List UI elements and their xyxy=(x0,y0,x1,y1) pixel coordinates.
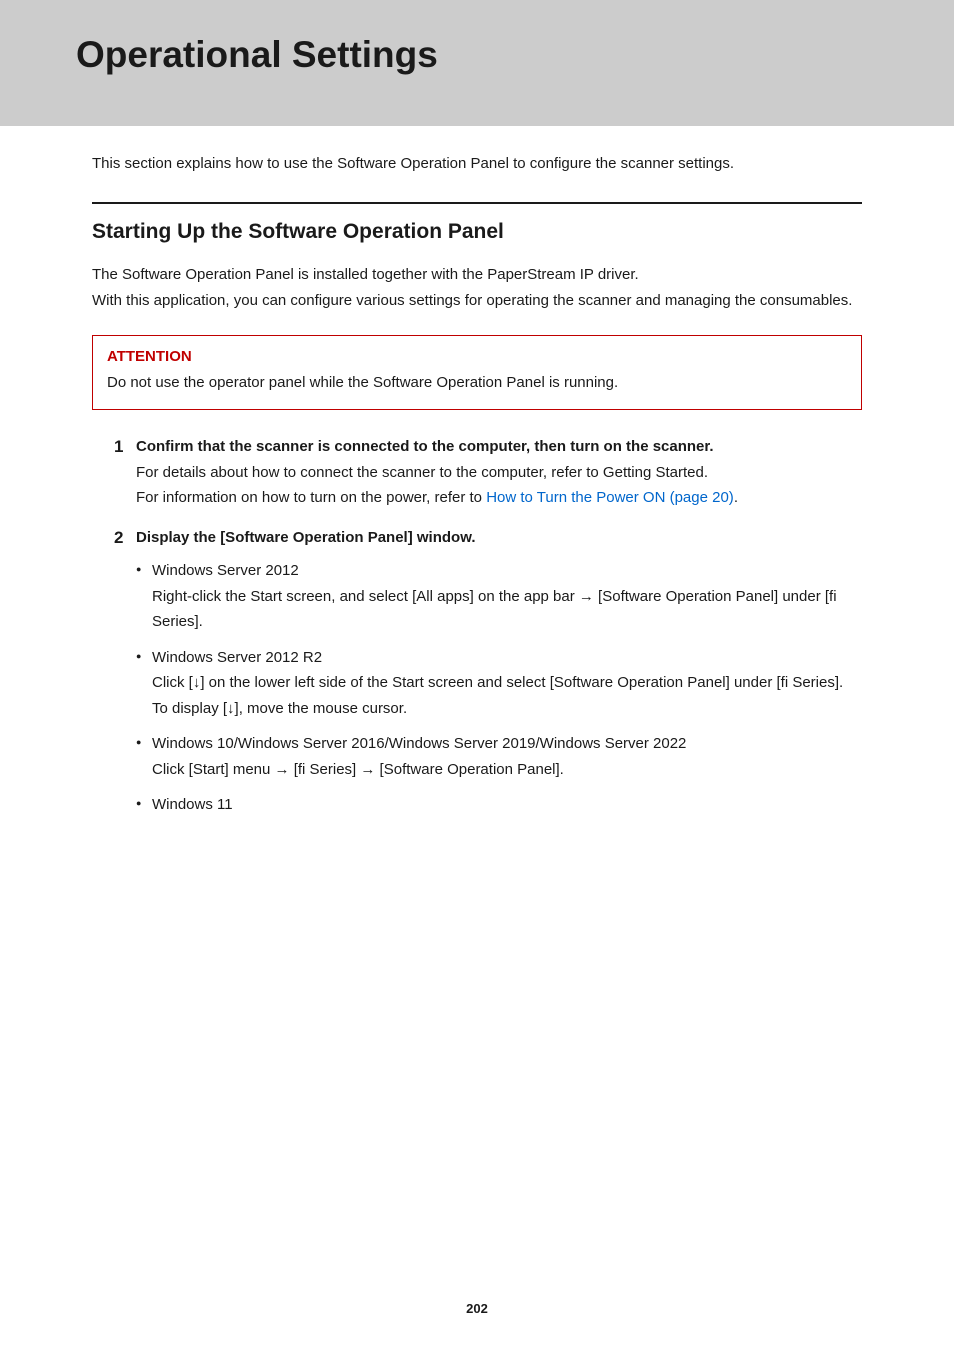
header-band: Operational Settings xyxy=(0,0,954,126)
step-1: 1 Confirm that the scanner is connected … xyxy=(92,434,862,511)
page-number: 202 xyxy=(0,1301,954,1316)
power-on-link[interactable]: How to Turn the Power ON (page 20) xyxy=(486,489,734,506)
bullet-head: Windows Server 2012 xyxy=(152,562,299,579)
step-2: 2 Display the [Software Operation Panel]… xyxy=(92,525,862,828)
step-title: Confirm that the scanner is connected to… xyxy=(136,438,714,455)
bullet-head: Windows 11 xyxy=(152,796,233,813)
bullet-body-2: To display [↓], move the mouse cursor. xyxy=(152,696,862,722)
list-item: Windows Server 2012 R2 Click [↓] on the … xyxy=(136,645,862,722)
attention-text: Do not use the operator panel while the … xyxy=(107,371,847,395)
bullet-body: Click [Start] menu → [fi Series] → [Soft… xyxy=(152,757,862,783)
page-title: Operational Settings xyxy=(76,34,954,76)
attention-label: ATTENTION xyxy=(107,348,847,365)
section-divider xyxy=(92,202,862,204)
section-body-line2: With this application, you can configure… xyxy=(92,292,852,309)
bullet-head: Windows 10/Windows Server 2016/Windows S… xyxy=(152,735,686,752)
section-body-line1: The Software Operation Panel is installe… xyxy=(92,266,639,283)
step-body: Display the [Software Operation Panel] w… xyxy=(136,525,862,828)
step-line: For details about how to connect the sca… xyxy=(136,464,708,481)
section-body: The Software Operation Panel is installe… xyxy=(92,262,862,313)
content-area: This section explains how to use the Sof… xyxy=(0,126,954,828)
list-item: Windows 10/Windows Server 2016/Windows S… xyxy=(136,731,862,782)
os-bullet-list: Windows Server 2012 Right-click the Star… xyxy=(136,558,862,818)
section-heading: Starting Up the Software Operation Panel xyxy=(92,220,862,244)
step-body: Confirm that the scanner is connected to… xyxy=(136,434,862,511)
step-title: Display the [Software Operation Panel] w… xyxy=(136,529,476,546)
bullet-head: Windows Server 2012 R2 xyxy=(152,649,322,666)
page: Operational Settings This section explai… xyxy=(0,0,954,1350)
attention-box: ATTENTION Do not use the operator panel … xyxy=(92,335,862,410)
list-item: Windows 11 xyxy=(136,792,862,818)
intro-text: This section explains how to use the Sof… xyxy=(92,152,862,176)
bullet-body: Right-click the Start screen, and select… xyxy=(152,584,862,635)
step-line-post: . xyxy=(734,489,738,506)
step-number: 2 xyxy=(114,525,136,828)
step-line-pre: For information on how to turn on the po… xyxy=(136,489,486,506)
list-item: Windows Server 2012 Right-click the Star… xyxy=(136,558,862,635)
step-number: 1 xyxy=(114,434,136,511)
bullet-body: Click [↓] on the lower left side of the … xyxy=(152,670,862,696)
